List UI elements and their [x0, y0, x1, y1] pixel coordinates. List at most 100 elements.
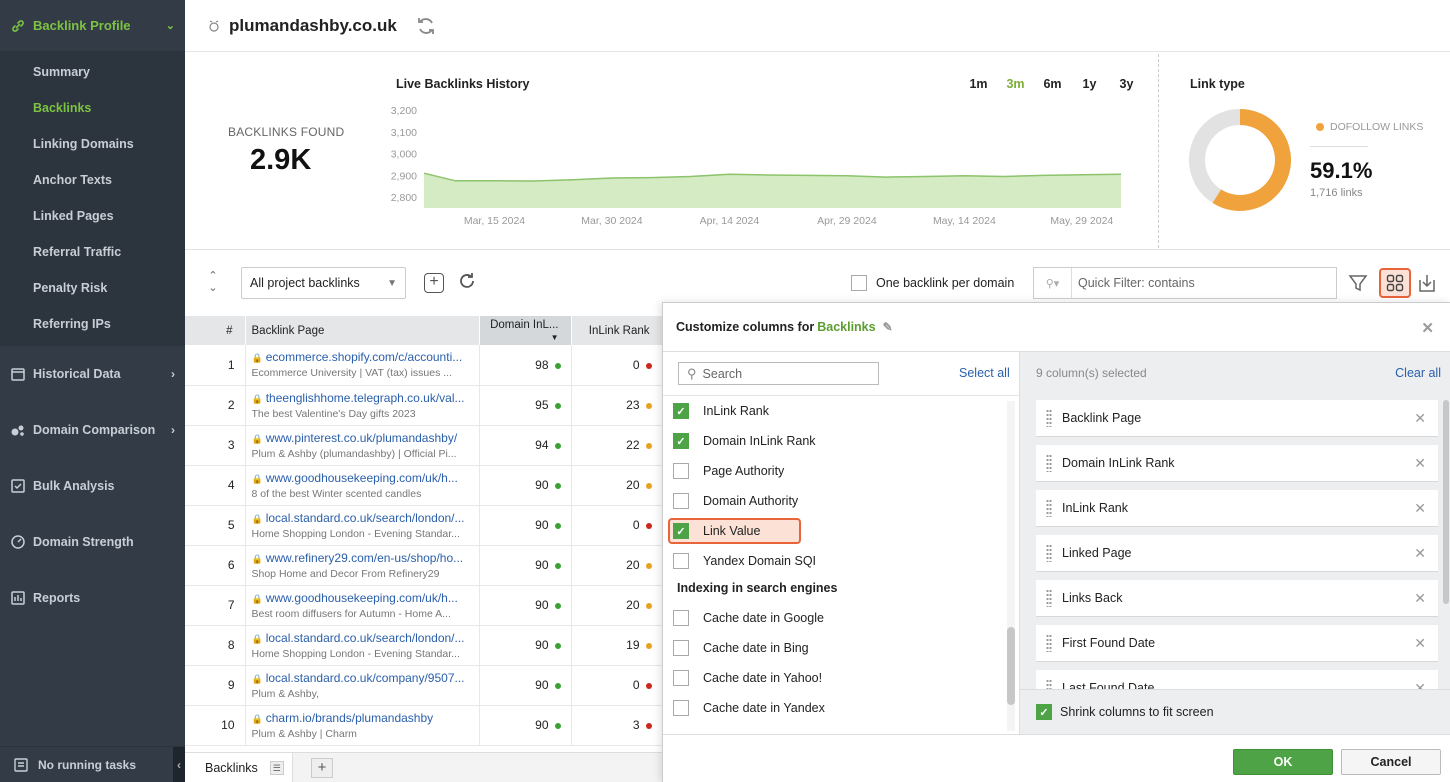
customize-columns-button[interactable]: [1379, 268, 1411, 298]
collapse-sidebar-icon[interactable]: ‹: [173, 747, 185, 782]
table-row[interactable]: 3 🔒 www.pinterest.co.uk/plumandashby/Plum …: [185, 425, 662, 465]
drag-handle-icon[interactable]: [1046, 499, 1052, 517]
drag-handle-icon[interactable]: [1046, 589, 1052, 607]
selected-column-item[interactable]: Linked Page ✕: [1036, 535, 1438, 572]
tab-menu-icon[interactable]: ☰: [269, 761, 284, 775]
export-icon[interactable]: [1417, 272, 1437, 294]
column-option-checkbox[interactable]: ✓: [673, 403, 689, 419]
sidebar-header-backlink-profile[interactable]: Backlink Profile ⌄: [0, 0, 185, 52]
column-option[interactable]: ✓ Link Value: [668, 518, 801, 544]
remove-column-icon[interactable]: ✕: [1414, 455, 1426, 472]
shrink-columns-option[interactable]: ✓ Shrink columns to fit screen: [1020, 689, 1450, 734]
sidebar-item-summary[interactable]: Summary: [0, 54, 185, 90]
backlink-url[interactable]: 🔒 theenglishhome.telegraph.co.uk/val...: [252, 391, 473, 405]
table-row[interactable]: 2 🔒 theenglishhome.telegraph.co.uk/val... T…: [185, 385, 662, 425]
column-option-checkbox[interactable]: [673, 700, 689, 716]
column-option[interactable]: Cache date in Google: [673, 605, 824, 631]
sidebar-item-backlinks[interactable]: Backlinks: [0, 90, 185, 126]
sidebar-group-historical-data[interactable]: Historical Data ›: [0, 346, 185, 402]
column-option[interactable]: Yandex Domain SQI: [673, 548, 816, 574]
table-row[interactable]: 8 🔒 local.standard.co.uk/search/london/...…: [185, 625, 662, 665]
remove-column-icon[interactable]: ✕: [1414, 545, 1426, 562]
reload-icon[interactable]: [457, 271, 477, 291]
running-tasks-status[interactable]: No running tasks ‹: [0, 746, 185, 782]
column-option-checkbox[interactable]: [673, 640, 689, 656]
backlink-url[interactable]: 🔒 local.standard.co.uk/company/9507...: [252, 671, 473, 685]
column-option-checkbox[interactable]: [673, 670, 689, 686]
select-all-link[interactable]: Select all: [959, 366, 1010, 380]
range-6m[interactable]: 6m: [1034, 77, 1071, 91]
options-scrollbar[interactable]: [1007, 401, 1015, 731]
column-search-input[interactable]: [702, 366, 873, 381]
drag-handle-icon[interactable]: [1046, 634, 1052, 652]
options-scrollbar-thumb[interactable]: [1007, 627, 1015, 705]
add-tab-button[interactable]: +: [311, 758, 333, 778]
remove-column-icon[interactable]: ✕: [1414, 635, 1426, 652]
clear-all-link[interactable]: Clear all: [1395, 366, 1441, 380]
column-option-checkbox[interactable]: [673, 610, 689, 626]
sidebar-item-linked-pages[interactable]: Linked Pages: [0, 198, 185, 234]
sidebar-group-domain-strength[interactable]: Domain Strength: [0, 514, 185, 570]
backlinks-scope-select[interactable]: All project backlinks ▼: [241, 267, 406, 299]
backlink-url[interactable]: 🔒 local.standard.co.uk/search/london/...: [252, 631, 473, 645]
range-3m[interactable]: 3m: [997, 77, 1034, 91]
range-1m[interactable]: 1m: [960, 77, 997, 91]
sidebar-item-referring-ips[interactable]: Referring IPs: [0, 306, 185, 342]
column-option-checkbox[interactable]: [673, 493, 689, 509]
column-header-inlink-rank[interactable]: InLink Rank: [571, 316, 662, 345]
selected-column-item[interactable]: InLink Rank ✕: [1036, 490, 1438, 527]
table-row[interactable]: 7 🔒 www.goodhousekeeping.com/uk/h... Best r…: [185, 585, 662, 625]
search-options-icon[interactable]: ⚲▾: [1034, 268, 1072, 298]
sidebar-item-anchor-texts[interactable]: Anchor Texts: [0, 162, 185, 198]
table-row[interactable]: 10 🔒 charm.io/brands/plumandashby Plum & As…: [185, 705, 662, 745]
backlink-url[interactable]: 🔒 www.refinery29.com/en-us/shop/ho...: [252, 551, 473, 565]
sidebar-item-linking-domains[interactable]: Linking Domains: [0, 126, 185, 162]
backlink-url[interactable]: 🔒 local.standard.co.uk/search/london/...: [252, 511, 473, 525]
filter-icon[interactable]: [1347, 272, 1369, 294]
selected-column-item[interactable]: Domain InLink Rank ✕: [1036, 445, 1438, 482]
table-row[interactable]: 9 🔒 local.standard.co.uk/company/9507... Pl…: [185, 665, 662, 705]
remove-column-icon[interactable]: ✕: [1414, 410, 1426, 427]
selected-scrollbar[interactable]: [1443, 400, 1449, 604]
sidebar-group-bulk-analysis[interactable]: Bulk Analysis: [0, 458, 185, 514]
expand-collapse-icon[interactable]: ⌃ ⌄: [205, 270, 221, 298]
column-header-backlink-page[interactable]: Backlink Page: [245, 316, 480, 345]
selected-column-item[interactable]: First Found Date ✕: [1036, 625, 1438, 662]
column-option[interactable]: Cache date in Yahoo!: [673, 665, 822, 691]
remove-column-icon[interactable]: ✕: [1414, 500, 1426, 517]
drag-handle-icon[interactable]: [1046, 544, 1052, 562]
shrink-columns-checkbox[interactable]: ✓: [1036, 704, 1052, 720]
ok-button[interactable]: OK: [1233, 749, 1333, 775]
column-option[interactable]: Domain Authority: [673, 488, 798, 514]
edit-pencil-icon[interactable]: ✎: [883, 320, 893, 334]
selected-column-item[interactable]: Links Back ✕: [1036, 580, 1438, 617]
add-icon[interactable]: +: [424, 273, 444, 293]
column-header-index[interactable]: #: [185, 316, 246, 345]
close-icon[interactable]: ✕: [1421, 319, 1434, 337]
selected-column-item[interactable]: Last Found Date ✕: [1036, 670, 1438, 690]
table-row[interactable]: 1 🔒 ecommerce.shopify.com/c/accounti... Eco…: [185, 345, 662, 385]
column-option[interactable]: Page Authority: [673, 458, 784, 484]
column-option[interactable]: Cache date in Yandex: [673, 695, 825, 721]
drag-handle-icon[interactable]: [1046, 454, 1052, 472]
column-option-checkbox[interactable]: [673, 463, 689, 479]
table-row[interactable]: 4 🔒 www.goodhousekeeping.com/uk/h... 8 of t…: [185, 465, 662, 505]
column-option-checkbox[interactable]: ✓: [673, 523, 689, 539]
range-1y[interactable]: 1y: [1071, 77, 1108, 91]
sidebar-group-domain-comparison[interactable]: Domain Comparison ›: [0, 402, 185, 458]
column-option[interactable]: Cache date in Bing: [673, 635, 809, 661]
sidebar-item-penalty-risk[interactable]: Penalty Risk: [0, 270, 185, 306]
backlink-url[interactable]: 🔒 ecommerce.shopify.com/c/accounti...: [252, 350, 473, 364]
sidebar-group-reports[interactable]: Reports: [0, 570, 185, 626]
range-3y[interactable]: 3y: [1108, 77, 1145, 91]
table-row[interactable]: 5 🔒 local.standard.co.uk/search/london/...…: [185, 505, 662, 545]
remove-column-icon[interactable]: ✕: [1414, 590, 1426, 607]
selected-column-item[interactable]: Backlink Page ✕: [1036, 400, 1438, 437]
column-option-checkbox[interactable]: ✓: [673, 433, 689, 449]
backlink-url[interactable]: 🔒 charm.io/brands/plumandashby: [252, 711, 473, 725]
cancel-button[interactable]: Cancel: [1341, 749, 1441, 775]
drag-handle-icon[interactable]: [1046, 409, 1052, 427]
backlink-url[interactable]: 🔒 www.goodhousekeeping.com/uk/h...: [252, 471, 473, 485]
one-backlink-per-domain[interactable]: One backlink per domain: [851, 275, 1014, 291]
quick-filter-input[interactable]: [1072, 276, 1322, 290]
